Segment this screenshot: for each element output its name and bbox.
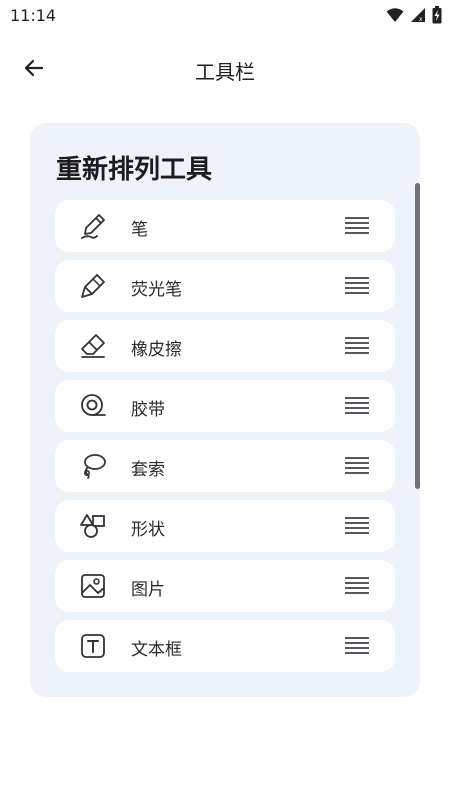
eraser-icon — [79, 332, 107, 360]
status-bar: 11:14 x — [0, 0, 450, 32]
drag-handle-icon[interactable] — [345, 637, 369, 655]
tool-item-eraser[interactable]: 橡皮擦 — [55, 320, 395, 372]
shapes-icon — [79, 512, 107, 540]
rearrange-tools-card: 重新排列工具 笔 荧光笔 橡皮擦 胶带 套索 形状 图片 文本框 — [30, 123, 420, 697]
wifi-icon — [386, 7, 404, 27]
tool-item-image[interactable]: 图片 — [55, 560, 395, 612]
tool-label: 文本框 — [131, 640, 182, 660]
tool-label: 橡皮擦 — [131, 340, 182, 360]
drag-handle-icon[interactable] — [345, 217, 369, 235]
scrollbar[interactable] — [415, 183, 420, 489]
tool-item-tape[interactable]: 胶带 — [55, 380, 395, 432]
tool-label: 图片 — [131, 580, 165, 600]
drag-handle-icon[interactable] — [345, 397, 369, 415]
tool-item-lasso[interactable]: 套索 — [55, 440, 395, 492]
status-time: 11:14 — [10, 6, 57, 25]
pen-icon — [79, 212, 107, 240]
tool-label: 胶带 — [131, 400, 165, 420]
drag-handle-icon[interactable] — [345, 457, 369, 475]
app-bar: 工具栏 — [0, 40, 450, 100]
tool-item-highlighter[interactable]: 荧光笔 — [55, 260, 395, 312]
highlighter-icon — [79, 272, 107, 300]
tool-label: 荧光笔 — [131, 280, 182, 300]
drag-handle-icon[interactable] — [345, 577, 369, 595]
tool-label: 形状 — [131, 520, 165, 540]
text-box-icon — [79, 632, 107, 660]
tool-list: 笔 荧光笔 橡皮擦 胶带 套索 形状 图片 文本框 — [55, 200, 395, 680]
tool-label: 笔 — [131, 220, 148, 240]
card-title: 重新排列工具 — [56, 155, 213, 185]
tool-item-shapes[interactable]: 形状 — [55, 500, 395, 552]
tool-item-text-box[interactable]: 文本框 — [55, 620, 395, 672]
image-icon — [79, 572, 107, 600]
svg-text:x: x — [419, 16, 423, 23]
signal-icon: x — [410, 7, 426, 27]
battery-charging-icon — [432, 6, 442, 28]
tape-icon — [79, 392, 107, 420]
drag-handle-icon[interactable] — [345, 517, 369, 535]
drag-handle-icon[interactable] — [345, 277, 369, 295]
tool-label: 套索 — [131, 460, 165, 480]
status-icons: x — [386, 6, 442, 28]
drag-handle-icon[interactable] — [345, 337, 369, 355]
page-title: 工具栏 — [195, 60, 255, 84]
lasso-icon — [79, 452, 107, 480]
tool-item-pen[interactable]: 笔 — [55, 200, 395, 252]
